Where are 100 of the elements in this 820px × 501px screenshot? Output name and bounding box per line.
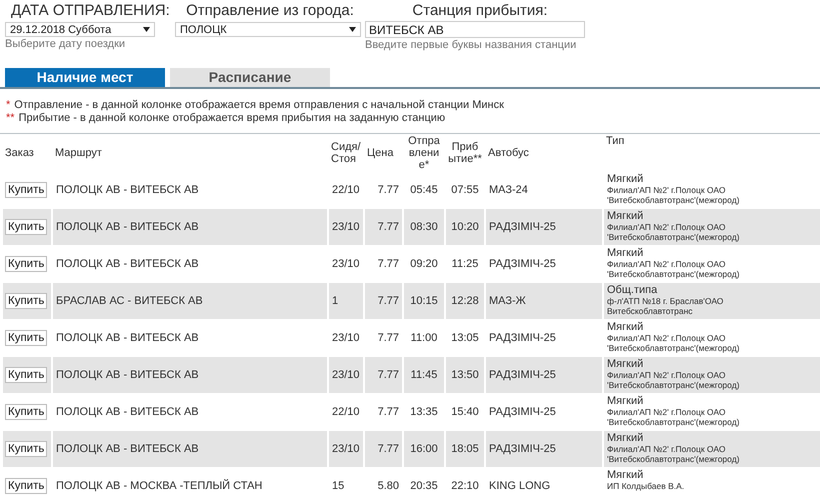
carrier-text: Филиал'АП №2' г.Полоцк ОАО 'Витебскоблавтотранс'(межгород)	[607, 407, 740, 427]
bus-cell: РАДЗІМІЧ-25	[489, 406, 556, 418]
buy-button[interactable]: Купить	[5, 330, 48, 346]
carrier-text: Филиал'АП №2' г.Полоцк ОАО 'Витебскоблавтотранс'(межгород)	[607, 222, 740, 242]
departure-cell: 08:30	[410, 221, 438, 233]
bus-cell: РАДЗІМІЧ-25	[489, 369, 556, 381]
buy-button[interactable]: Купить	[5, 256, 48, 272]
station-field[interactable]: ВИТЕБСК АВ	[365, 21, 585, 38]
arrival-cell: 18:05	[451, 443, 479, 455]
caret-icon	[349, 27, 356, 32]
type-text: Мягкий	[607, 321, 644, 333]
arrival-cell: 10:20	[451, 221, 479, 233]
arrival-cell: 07:55	[451, 184, 479, 196]
route-cell: ПОЛОЦК АВ - ВИТЕБСК АВ	[56, 369, 199, 381]
type-text: Мягкий	[607, 247, 644, 259]
tab[interactable]: Расписание	[170, 68, 330, 87]
bus-cell: РАДЗІМІЧ-25	[489, 332, 556, 344]
seats-cell: 23/10	[332, 332, 360, 344]
bus-cell: РАДЗІМІЧ-25	[489, 443, 556, 455]
type-text: Мягкий	[607, 173, 644, 185]
column-header: Сидя/Стоя	[331, 141, 361, 165]
column-header: Отправление*	[408, 135, 440, 171]
seats-cell: 23/10	[332, 221, 360, 233]
arrival-cell: 22:10	[451, 480, 479, 492]
price-cell: 7.77	[378, 332, 399, 344]
buy-button[interactable]: Купить	[5, 182, 48, 198]
buy-button[interactable]: Купить	[5, 478, 48, 494]
departure-cell: 05:45	[410, 184, 438, 196]
field-hint: Введите первые буквы названия станции	[365, 39, 576, 51]
price-cell: 7.77	[378, 295, 399, 307]
arrival-cell: 15:40	[451, 406, 479, 418]
seats-cell: 22/10	[332, 184, 360, 196]
buy-button[interactable]: Купить	[5, 293, 48, 309]
route-cell: ПОЛОЦК АВ - ВИТЕБСК АВ	[56, 184, 199, 196]
carrier-text: ф-л'АТП №18 г. Браслав'ОАО Витебскоблавтотранс	[607, 296, 724, 316]
type-text: Мягкий	[607, 395, 644, 407]
field-label: ДАТА ОТПРАВЛЕНИЯ:	[10, 2, 170, 20]
route-cell: БРАСЛАВ АС - ВИТЕБСК АВ	[56, 295, 203, 307]
asterisk-mark: **	[6, 112, 15, 124]
route-cell: ПОЛОЦК АВ - ВИТЕБСК АВ	[56, 443, 199, 455]
buy-button[interactable]: Купить	[5, 441, 48, 457]
buy-button[interactable]: Купить	[5, 404, 48, 420]
type-text: Мягкий	[607, 210, 644, 222]
field-hint: Выберите дату поездки	[5, 38, 126, 50]
carrier-text: Филиал'АП №2' г.Полоцк ОАО 'Витебскоблавтотранс'(межгород)	[607, 185, 740, 205]
field-label: Отправление из города:	[186, 2, 354, 20]
route-cell: ПОЛОЦК АВ - ВИТЕБСК АВ	[56, 258, 199, 270]
note-text: Отправление - в данной колонке отображается время отправления с начальной станции Минск	[14, 99, 504, 111]
carrier-text: ИП Колдыбаев В.А.	[607, 481, 686, 491]
arrival-cell: 13:05	[451, 332, 479, 344]
column-header: Маршрут	[55, 147, 102, 159]
departure-cell: 09:20	[410, 258, 438, 270]
carrier-text: Филиал'АП №2' г.Полоцк ОАО 'Витебскоблавтотранс'(межгород)	[607, 370, 740, 390]
departure-cell: 10:15	[410, 295, 438, 307]
column-header: Заказ	[5, 147, 34, 159]
buy-button[interactable]: Купить	[5, 367, 48, 383]
price-cell: 7.77	[378, 443, 399, 455]
departure-cell: 11:00	[410, 332, 438, 344]
note-text: Прибытие - в данной колонке отображается время прибытия на заданную станцию	[18, 112, 446, 124]
type-text: Мягкий	[607, 432, 644, 444]
departure-cell: 20:35	[410, 480, 438, 492]
field-label: Станция прибытия:	[412, 2, 548, 20]
seats-cell: 22/10	[332, 406, 360, 418]
carrier-text: Филиал'АП №2' г.Полоцк ОАО 'Витебскоблавтотранс'(межгород)	[607, 333, 740, 353]
price-cell: 7.77	[378, 184, 399, 196]
route-cell: ПОЛОЦК АВ - МОСКВА -ТЕПЛЫЙ СТАН	[56, 480, 262, 492]
price-cell: 5.80	[378, 480, 399, 492]
departure-cell: 16:00	[410, 443, 438, 455]
seats-cell: 23/10	[332, 443, 360, 455]
arrival-cell: 12:28	[451, 295, 479, 307]
seats-cell: 1	[332, 295, 338, 307]
arrival-cell: 13:50	[451, 369, 479, 381]
column-header: Автобус	[488, 147, 529, 159]
price-cell: 7.77	[378, 258, 399, 270]
seats-cell: 23/10	[332, 369, 360, 381]
column-header: Прибытие**	[448, 141, 482, 165]
bus-cell: РАДЗІМІЧ-25	[489, 258, 556, 270]
bus-cell: МАЗ-Ж	[489, 295, 526, 307]
departure-cell: 13:35	[410, 406, 438, 418]
price-cell: 7.77	[378, 369, 399, 381]
seats-cell: 15	[332, 480, 344, 492]
type-text: Мягкий	[607, 358, 644, 370]
arrival-cell: 11:25	[452, 258, 478, 270]
dropdown[interactable]: ПОЛОЦК	[175, 22, 361, 37]
carrier-text: Филиал'АП №2' г.Полоцк ОАО 'Витебскоблавтотранс'(межгород)	[607, 259, 740, 279]
type-text: Общ.типа	[607, 284, 658, 296]
bus-cell: KING LONG	[489, 480, 550, 492]
caret-icon	[143, 27, 150, 32]
seats-cell: 23/10	[332, 258, 360, 270]
buy-button[interactable]: Купить	[5, 219, 48, 235]
route-cell: ПОЛОЦК АВ - ВИТЕБСК АВ	[56, 332, 199, 344]
column-header: Тип	[606, 135, 624, 147]
price-cell: 7.77	[378, 406, 399, 418]
type-text: Мягкий	[607, 469, 644, 481]
dropdown[interactable]: 29.12.2018 Суббота	[5, 22, 155, 37]
departure-cell: 11:45	[410, 369, 438, 381]
carrier-text: Филиал'АП №2' г.Полоцк ОАО 'Витебскоблавтотранс'(межгород)	[607, 444, 740, 464]
tab[interactable]: Наличие мест	[5, 68, 165, 87]
route-cell: ПОЛОЦК АВ - ВИТЕБСК АВ	[56, 406, 199, 418]
column-header: Цена	[367, 147, 394, 159]
